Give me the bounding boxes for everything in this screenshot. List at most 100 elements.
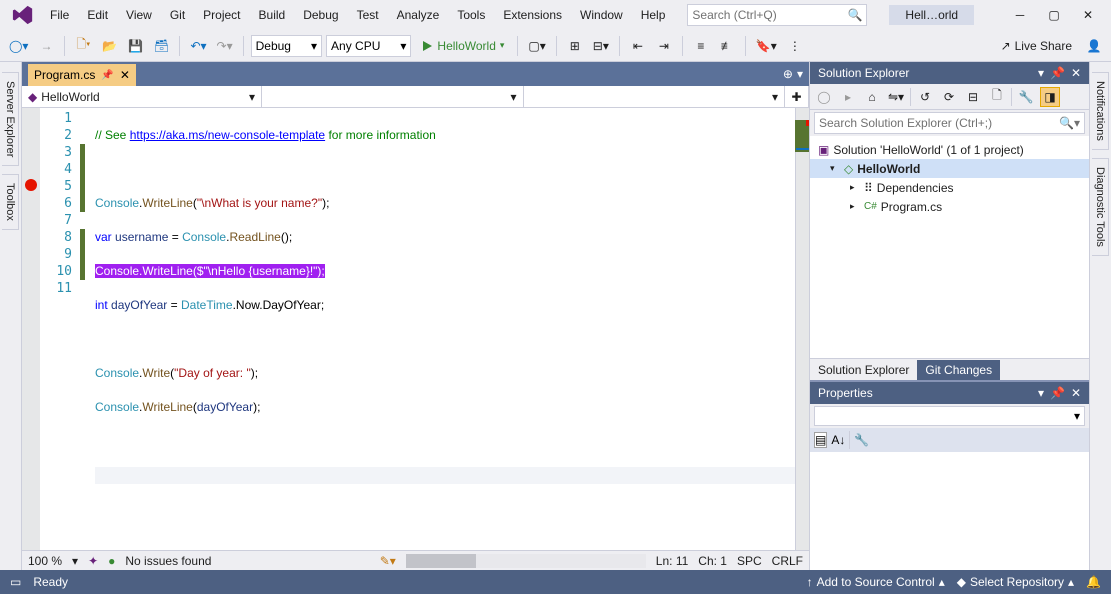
notifications-bell-icon[interactable]: 🔔 (1086, 575, 1101, 589)
overview-ruler[interactable] (795, 108, 809, 550)
categorized-icon[interactable]: ▤ (814, 432, 827, 448)
menu-help[interactable]: Help (633, 4, 674, 26)
se-collapse-icon[interactable]: ⊟ (963, 87, 983, 107)
window-menu-icon[interactable]: ▾ (1038, 386, 1044, 400)
line-indicator[interactable]: Ln: 11 (656, 554, 688, 568)
tab-git-changes[interactable]: Git Changes (917, 360, 1000, 380)
eol-indicator[interactable]: CRLF (772, 554, 803, 568)
bookmark-button[interactable]: 🔖▾ (753, 35, 780, 57)
save-button[interactable]: 💾 (124, 35, 146, 57)
comment-button[interactable]: ≡ (690, 35, 712, 57)
se-switch-icon[interactable]: ⇋▾ (886, 87, 906, 107)
platform-dropdown[interactable]: Any CPU▾ (326, 35, 411, 57)
nav-member-dropdown[interactable]: ▾ (524, 86, 786, 107)
menu-test[interactable]: Test (349, 4, 387, 26)
menu-window[interactable]: Window (572, 4, 631, 26)
se-fwd-icon[interactable]: ▸ (838, 87, 858, 107)
select-repository-button[interactable]: ◆Select Repository▴ (957, 575, 1074, 589)
redo-button[interactable]: ↷▾ (214, 35, 236, 57)
menu-analyze[interactable]: Analyze (389, 4, 448, 26)
nav-project-dropdown[interactable]: ◆ HelloWorld▾ (22, 86, 262, 107)
nav-fwd-button[interactable]: → (35, 35, 57, 57)
se-home-icon[interactable]: ⌂ (862, 87, 882, 107)
code-content[interactable]: // See https://aka.ms/new-console-templa… (85, 108, 795, 550)
live-share-button[interactable]: ↗Live Share (998, 35, 1075, 57)
se-preview-icon[interactable]: ◨ (1040, 87, 1060, 107)
breakpoint-icon[interactable] (25, 179, 37, 191)
menu-extensions[interactable]: Extensions (495, 4, 570, 26)
save-all-button[interactable]: 🗃 (150, 35, 172, 57)
source-control-button[interactable]: ↑Add to Source Control▴ (807, 575, 945, 589)
menu-edit[interactable]: Edit (79, 4, 116, 26)
open-button[interactable]: 📂 (98, 35, 120, 57)
rail-diagnostic-tools[interactable]: Diagnostic Tools (1092, 158, 1109, 256)
start-debug-button[interactable]: HelloWorld▾ (415, 35, 510, 57)
nav-class-dropdown[interactable]: ▾ (262, 86, 524, 107)
breakpoint-margin[interactable] (22, 108, 40, 550)
menu-build[interactable]: Build (251, 4, 294, 26)
tb-icon-2[interactable]: ⊟▾ (590, 35, 612, 57)
se-sync-icon[interactable]: ↺ (915, 87, 935, 107)
close-icon[interactable]: ✕ (1071, 386, 1081, 400)
chevron-down-icon[interactable]: ▾ (830, 163, 840, 174)
rail-notifications[interactable]: Notifications (1092, 72, 1109, 150)
indent-indicator[interactable]: SPC (737, 554, 762, 568)
solution-search-input[interactable]: Search Solution Explorer (Ctrl+;)🔍▾ (814, 112, 1085, 134)
tb-more-button[interactable]: ⋮ (784, 35, 806, 57)
nav-split-button[interactable]: ✚ (785, 86, 809, 107)
horizontal-scrollbar[interactable] (406, 554, 646, 568)
properties-object-dropdown[interactable]: ▾ (814, 406, 1085, 426)
pen-icon[interactable]: ✎▾ (380, 554, 396, 568)
col-indicator[interactable]: Ch: 1 (698, 554, 727, 568)
tree-project-node[interactable]: ▾ ◇ HelloWorld (810, 159, 1089, 178)
undo-button[interactable]: ↶▾ (187, 35, 209, 57)
new-project-button[interactable]: 🗋▾ (72, 35, 94, 57)
feedback-button[interactable]: 👤 (1083, 35, 1105, 57)
output-icon[interactable]: ▭ (10, 575, 21, 589)
se-refresh-icon[interactable]: ⟳ (939, 87, 959, 107)
menu-tools[interactable]: Tools (449, 4, 493, 26)
properties-grid[interactable] (810, 452, 1089, 570)
config-dropdown[interactable]: Debug▾ (251, 35, 322, 57)
zoom-dropdown[interactable]: 100 % (28, 554, 62, 568)
minimize-button[interactable]: ─ (1003, 2, 1037, 28)
rail-server-explorer[interactable]: Server Explorer (2, 72, 19, 166)
indent-dec-button[interactable]: ⇤ (627, 35, 649, 57)
tab-solution-explorer[interactable]: Solution Explorer (810, 360, 917, 380)
alphabetical-icon[interactable]: A↓ (831, 433, 845, 447)
tab-menu-icon[interactable]: ▾ (797, 67, 803, 81)
menu-debug[interactable]: Debug (295, 4, 346, 26)
solution-explorer-title[interactable]: Solution Explorer ▾📌✕ (810, 62, 1089, 84)
window-menu-icon[interactable]: ▾ (1038, 66, 1044, 80)
menu-project[interactable]: Project (195, 4, 248, 26)
pin-icon[interactable]: 📌 (101, 70, 113, 81)
pin-icon[interactable]: 📌 (1050, 386, 1065, 400)
pin-icon[interactable]: 📌 (1050, 66, 1065, 80)
properties-title[interactable]: Properties ▾📌✕ (810, 382, 1089, 404)
tb-icon-1[interactable]: ⊞ (564, 35, 586, 57)
se-properties-icon[interactable]: 🔧 (1016, 87, 1036, 107)
uncomment-button[interactable]: ≢ (716, 35, 738, 57)
document-tab[interactable]: Program.cs 📌 ✕ (28, 64, 136, 86)
menu-git[interactable]: Git (162, 4, 193, 26)
props-wrench-icon[interactable]: 🔧 (854, 433, 869, 447)
close-button[interactable]: ✕ (1071, 2, 1105, 28)
tree-solution-node[interactable]: ▣ Solution 'HelloWorld' (1 of 1 project) (810, 140, 1089, 159)
nav-back-button[interactable]: ◯▾ (6, 35, 31, 57)
tab-close-icon[interactable]: ✕ (120, 68, 130, 82)
tree-file-node[interactable]: ▸ C# Program.cs (810, 197, 1089, 216)
tab-dropdown-icon[interactable]: ⊕ (783, 67, 793, 81)
intellisense-icon[interactable]: ✦ (88, 554, 98, 568)
tree-dependencies-node[interactable]: ▸ ⠿ Dependencies (810, 178, 1089, 197)
se-back-icon[interactable]: ◯ (814, 87, 834, 107)
step-button[interactable]: ▢▾ (525, 35, 548, 57)
global-search-input[interactable]: Search (Ctrl+Q) 🔍 (687, 4, 867, 26)
close-icon[interactable]: ✕ (1071, 66, 1081, 80)
se-showall-icon[interactable]: 🗋 (987, 87, 1007, 107)
code-editor[interactable]: 1234567891011 // See https://aka.ms/new-… (22, 108, 809, 550)
rail-toolbox[interactable]: Toolbox (2, 174, 19, 230)
chevron-right-icon[interactable]: ▸ (850, 182, 860, 193)
menu-file[interactable]: File (42, 4, 77, 26)
chevron-right-icon[interactable]: ▸ (850, 201, 860, 212)
menu-view[interactable]: View (118, 4, 160, 26)
